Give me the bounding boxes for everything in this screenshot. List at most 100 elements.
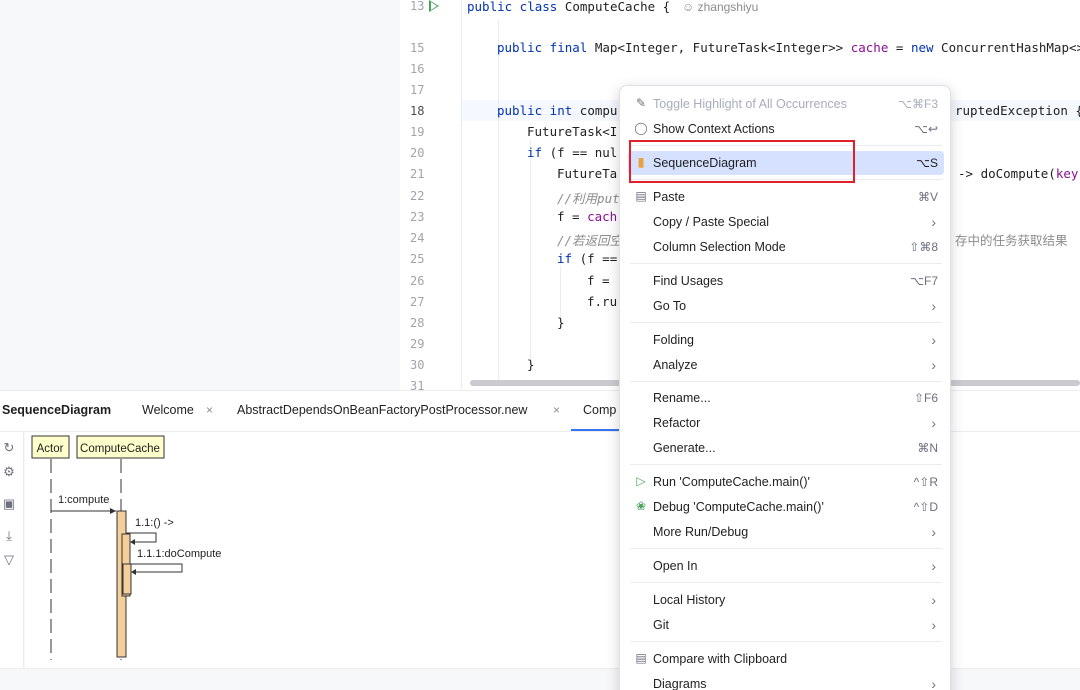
menu-separator bbox=[630, 263, 942, 264]
menu-item-analyze[interactable]: Analyze › bbox=[628, 353, 944, 377]
chevron-right-icon: › bbox=[931, 524, 936, 540]
menu-item-find-usages[interactable]: Find Usages ⌥F7 bbox=[628, 269, 944, 293]
menu-item-git[interactable]: Git › bbox=[628, 613, 944, 637]
code-line-19[interactable]: FutureTask<I bbox=[527, 124, 617, 139]
menu-item-compare-with-clipboard[interactable]: ▤ Compare with Clipboard bbox=[628, 647, 944, 671]
tool-window-toolbar: ↻ ⚙ ▣ ⤓ ▽ bbox=[0, 432, 24, 668]
code-line-22[interactable]: //利用put bbox=[557, 188, 620, 207]
run-icon: ▷ bbox=[636, 474, 646, 488]
annotation-highlight-box bbox=[629, 140, 855, 183]
settings-icon[interactable]: ⚙ bbox=[0, 464, 18, 480]
menu-separator bbox=[630, 381, 942, 382]
code-line-24[interactable]: //若返回空 bbox=[557, 230, 622, 249]
menu-item-generate[interactable]: Generate... ⌘N bbox=[628, 436, 944, 460]
run-gutter-icon[interactable] bbox=[429, 0, 439, 12]
menu-separator bbox=[630, 464, 942, 465]
line-number: 15 bbox=[410, 41, 425, 55]
line-number: 29 bbox=[410, 337, 425, 351]
menu-item-go-to[interactable]: Go To › bbox=[628, 294, 944, 318]
code-line-13[interactable]: public class ComputeCache { bbox=[467, 0, 670, 14]
line-number: 21 bbox=[410, 167, 425, 181]
code-line-15[interactable]: public final Map<Integer, FutureTask<Int… bbox=[497, 40, 1080, 55]
author-hint: ☺ zhangshiyu bbox=[682, 0, 759, 14]
code-line-25[interactable]: if (f == bbox=[557, 251, 617, 266]
code-line-23[interactable]: f = cach bbox=[557, 209, 617, 224]
menu-separator bbox=[630, 322, 942, 323]
line-number: 26 bbox=[410, 274, 425, 288]
chevron-right-icon: › bbox=[931, 415, 936, 431]
close-icon[interactable]: × bbox=[553, 403, 560, 417]
chevron-right-icon: › bbox=[931, 592, 936, 608]
menu-item-rename[interactable]: Rename... ⇧F6 bbox=[628, 386, 944, 410]
line-number: 17 bbox=[410, 83, 425, 97]
menu-item-diagrams[interactable]: Diagrams › bbox=[628, 672, 944, 690]
line-number: 30 bbox=[410, 358, 425, 372]
menu-item-more-run-debug[interactable]: More Run/Debug › bbox=[628, 520, 944, 544]
close-icon[interactable]: × bbox=[206, 403, 213, 417]
menu-separator bbox=[630, 641, 942, 642]
menu-item-debug[interactable]: ❀ Debug 'ComputeCache.main()' ^⇧D bbox=[628, 495, 944, 519]
menu-separator bbox=[630, 582, 942, 583]
line-number: 22 bbox=[410, 189, 425, 203]
line-number: 27 bbox=[410, 295, 425, 309]
menu-item-run[interactable]: ▷ Run 'ComputeCache.main()' ^⇧R bbox=[628, 470, 944, 494]
menu-item-paste[interactable]: ▤ Paste ⌘V bbox=[628, 185, 944, 209]
chevron-right-icon: › bbox=[931, 332, 936, 348]
message-label: 1:compute bbox=[58, 494, 109, 506]
ide-window: 13 15 16 17 18 19 20 21 22 23 24 25 26 2… bbox=[0, 0, 1080, 690]
line-number: 25 bbox=[410, 252, 425, 266]
refresh-icon[interactable]: ↻ bbox=[0, 440, 18, 456]
chevron-right-icon: › bbox=[931, 357, 936, 373]
menu-item-local-history[interactable]: Local History › bbox=[628, 588, 944, 612]
menu-item-refactor[interactable]: Refactor › bbox=[628, 411, 944, 435]
lifeline-label-computecache: ComputeCache bbox=[80, 443, 160, 455]
chevron-right-icon: › bbox=[931, 617, 936, 633]
code-line-26[interactable]: f = bbox=[587, 273, 617, 288]
code-line-21[interactable]: FutureTa bbox=[557, 166, 617, 181]
menu-item-column-selection-mode[interactable]: Column Selection Mode ⇧⌘8 bbox=[628, 235, 944, 259]
line-number: 16 bbox=[410, 62, 425, 76]
menu-item-show-context-actions[interactable]: ◯ Show Context Actions ⌥↩ bbox=[628, 117, 944, 141]
bulb-icon: ◯ bbox=[634, 121, 648, 135]
menu-item-open-in[interactable]: Open In › bbox=[628, 554, 944, 578]
code-line-27[interactable]: f.ru bbox=[587, 294, 617, 309]
tool-window-title: SequenceDiagram bbox=[2, 403, 112, 417]
arrowhead bbox=[110, 508, 116, 514]
filter-icon[interactable]: ▽ bbox=[0, 552, 18, 568]
code-line-24-tail[interactable]: 存中的任务获取结果 bbox=[955, 230, 1068, 249]
tab-welcome[interactable]: Welcome bbox=[142, 403, 194, 417]
menu-item-copy-paste-special[interactable]: Copy / Paste Special › bbox=[628, 210, 944, 234]
save-icon[interactable]: ▣ bbox=[0, 496, 18, 512]
download-icon[interactable]: ⤓ bbox=[0, 528, 18, 544]
menu-item-toggle-highlight[interactable]: ✎ Toggle Highlight of All Occurrences ⌥⌘… bbox=[628, 92, 944, 116]
debug-icon: ❀ bbox=[635, 499, 647, 513]
arrowhead bbox=[130, 539, 135, 545]
project-panel-blank bbox=[0, 0, 400, 390]
code-line-18[interactable]: public int compu bbox=[497, 103, 617, 118]
code-line-18-tail[interactable]: ruptedException { bbox=[955, 103, 1080, 118]
activation-bar bbox=[122, 563, 132, 595]
chevron-right-icon: › bbox=[931, 676, 936, 690]
code-line-30[interactable]: } bbox=[527, 357, 535, 372]
lifeline-label-actor: Actor bbox=[37, 443, 64, 455]
message-label: 1.1:() -> bbox=[135, 517, 174, 529]
tab-compute-cache[interactable]: Comp bbox=[583, 403, 616, 417]
message-label: 1.1.1:doCompute bbox=[137, 548, 221, 560]
arrowhead bbox=[131, 569, 136, 575]
sequence-diagram-svg: Actor ComputeCache 1:compute 1.1:() -> 1… bbox=[31, 435, 221, 660]
chevron-right-icon: › bbox=[931, 298, 936, 314]
line-number: 20 bbox=[410, 146, 425, 160]
menu-item-folding[interactable]: Folding › bbox=[628, 328, 944, 352]
chevron-right-icon: › bbox=[931, 214, 936, 230]
tab-abstract-depends[interactable]: AbstractDependsOnBeanFactoryPostProcesso… bbox=[237, 403, 527, 417]
code-line-21-tail[interactable]: -> doCompute(key) bbox=[958, 166, 1080, 181]
indent-guide bbox=[498, 20, 499, 380]
highlight-icon: ✎ bbox=[635, 96, 647, 110]
indent-guide bbox=[530, 140, 531, 360]
code-line-20[interactable]: if (f == nul bbox=[527, 145, 617, 160]
chevron-right-icon: › bbox=[931, 558, 936, 574]
line-number: 24 bbox=[410, 231, 425, 245]
code-line-28[interactable]: } bbox=[557, 315, 565, 330]
menu-separator bbox=[630, 548, 942, 549]
self-message-arrow bbox=[130, 563, 183, 573]
